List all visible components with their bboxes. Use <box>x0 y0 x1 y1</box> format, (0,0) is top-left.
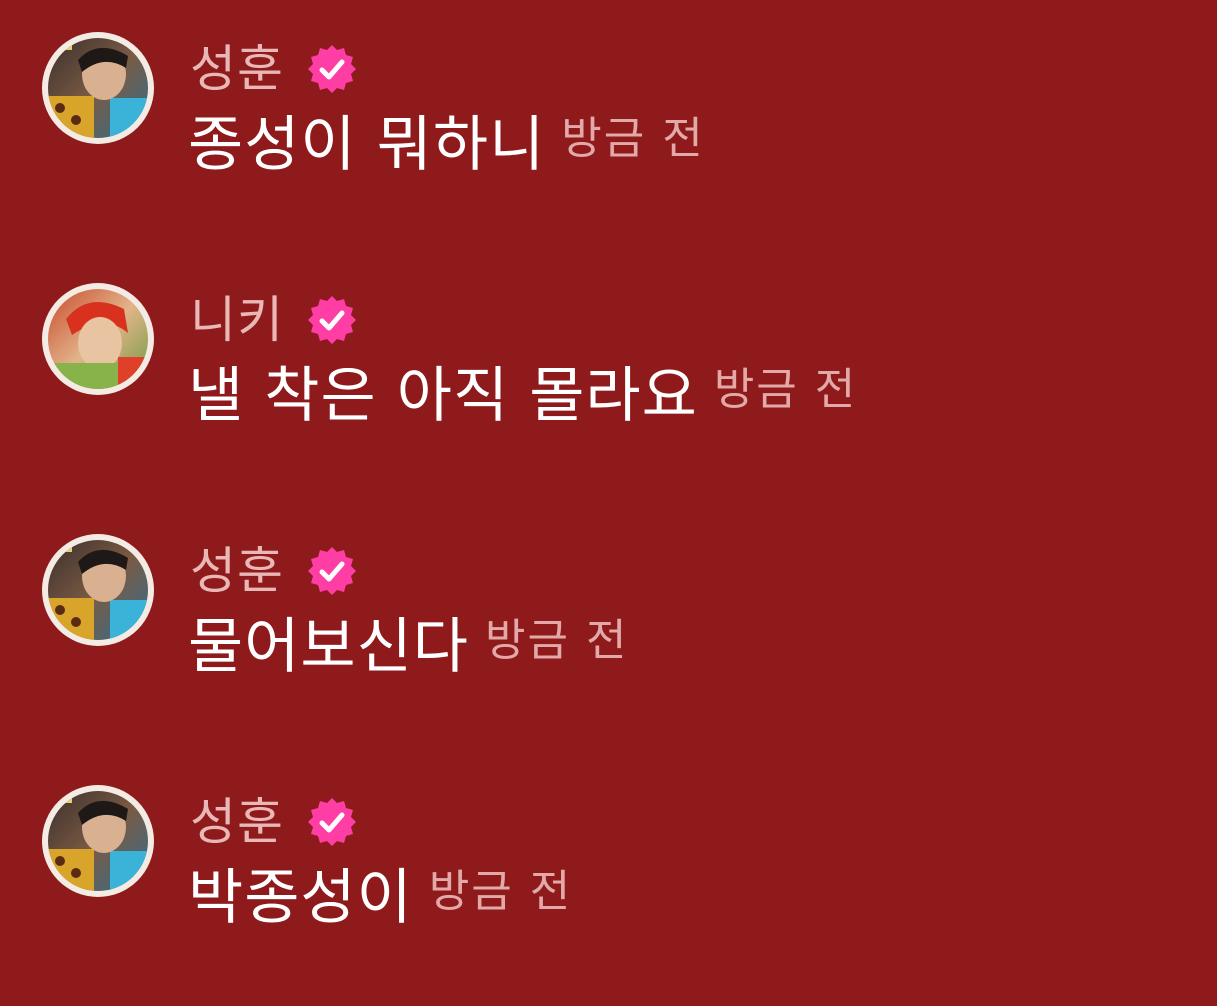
username-row: 니키 <box>190 289 358 351</box>
verified-badge-icon <box>306 796 358 848</box>
username-row: 성훈 <box>190 38 358 100</box>
verified-badge-icon <box>306 294 358 346</box>
message-row: 종성이 뭐하니 방금 전 <box>188 100 705 190</box>
timestamp: 방금 전 <box>561 113 705 164</box>
comment-item[interactable]: 성훈 물어보신다 방금 전 <box>0 502 1217 702</box>
avatar[interactable] <box>42 32 154 144</box>
timestamp: 방금 전 <box>428 866 573 917</box>
timestamp: 방금 전 <box>485 615 629 666</box>
comment-item[interactable]: 성훈 박종성이 방금 전 <box>0 753 1217 953</box>
avatar[interactable] <box>42 785 154 897</box>
message-text: 박종성이 <box>188 863 413 933</box>
username-row: 성훈 <box>190 791 358 853</box>
timestamp: 방금 전 <box>713 364 858 415</box>
comment-item[interactable]: 성훈 종성이 뭐하니 방금 전 <box>0 0 1217 200</box>
message-text: 종성이 뭐하니 <box>188 110 546 180</box>
avatar-photo <box>48 38 148 138</box>
verified-badge-icon <box>306 43 358 95</box>
message-row: 물어보신다 방금 전 <box>188 602 628 692</box>
message-row: 낼 착은 아직 몰라요 방금 전 <box>188 351 857 441</box>
username-row: 성훈 <box>190 540 358 602</box>
message-text: 낼 착은 아직 몰라요 <box>188 361 698 431</box>
comment-item[interactable]: 니키 낼 착은 아직 몰라요 방금 전 <box>0 251 1217 451</box>
avatar-photo <box>48 540 148 640</box>
comment-feed: 성훈 종성이 뭐하니 방금 전 니키 낼 착은 아직 몰라요 방금 전 성훈 물… <box>0 0 1217 1006</box>
username[interactable]: 니키 <box>190 289 284 351</box>
username[interactable]: 성훈 <box>190 38 284 100</box>
avatar-photo <box>48 289 148 389</box>
message-row: 박종성이 방금 전 <box>188 853 572 943</box>
username[interactable]: 성훈 <box>190 791 284 853</box>
username[interactable]: 성훈 <box>190 540 284 602</box>
verified-badge-icon <box>306 545 358 597</box>
message-text: 물어보신다 <box>188 612 469 682</box>
avatar[interactable] <box>42 534 154 646</box>
avatar[interactable] <box>42 283 154 395</box>
avatar-photo <box>48 791 148 891</box>
